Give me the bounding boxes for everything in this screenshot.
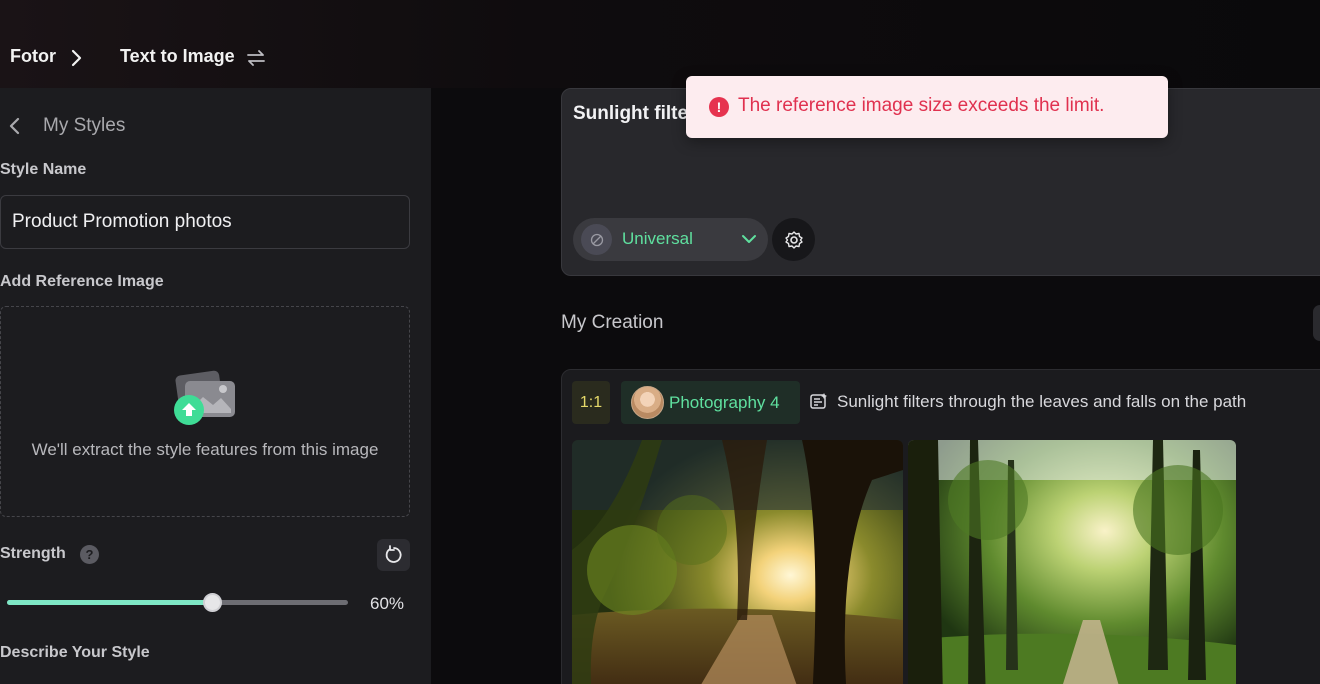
breadcrumb-root[interactable]: Fotor bbox=[10, 46, 56, 67]
strength-value: 60% bbox=[370, 594, 405, 613]
model-select[interactable]: Universal bbox=[573, 218, 768, 261]
strength-slider-thumb[interactable] bbox=[202, 593, 222, 612]
model-avatar bbox=[581, 224, 612, 255]
chevron-down-icon bbox=[742, 235, 756, 243]
swap-icon[interactable] bbox=[246, 48, 266, 68]
prompt-list-icon[interactable] bbox=[809, 392, 829, 412]
reference-image-dropzone[interactable]: We'll extract the style features from th… bbox=[0, 306, 410, 517]
upload-image-icon bbox=[174, 370, 235, 425]
ratio-badge: 1:1 bbox=[572, 381, 610, 424]
error-toast: ! The reference image size exceeds the l… bbox=[686, 76, 1168, 138]
style-name-input[interactable] bbox=[0, 195, 410, 249]
reference-image-label: Add Reference Image bbox=[0, 273, 164, 290]
model-label: Universal bbox=[622, 229, 693, 248]
style-name-label: Style Name bbox=[0, 161, 87, 178]
breadcrumb-current[interactable]: Text to Image bbox=[120, 46, 235, 67]
model-badge-label: Photography 4 bbox=[669, 393, 780, 412]
model-avatar bbox=[631, 386, 664, 419]
settings-icon bbox=[784, 230, 803, 249]
reference-hint: We'll extract the style features from th… bbox=[31, 440, 379, 459]
chevron-left-icon[interactable] bbox=[6, 117, 24, 135]
model-badge: Photography 4 bbox=[621, 381, 800, 424]
section-title: My Creation bbox=[561, 312, 664, 333]
strength-label: Strength bbox=[0, 545, 66, 562]
chevron-right-icon bbox=[71, 49, 82, 67]
sidebar-title: My Styles bbox=[43, 115, 126, 136]
settings-button[interactable] bbox=[772, 218, 815, 261]
strength-slider-fill bbox=[7, 600, 212, 605]
reset-strength-button[interactable] bbox=[377, 539, 410, 571]
generated-image-2[interactable] bbox=[908, 440, 1236, 684]
generated-image-1[interactable] bbox=[572, 440, 903, 684]
error-icon: ! bbox=[709, 97, 729, 117]
no-style-icon bbox=[590, 233, 603, 246]
describe-style-label: Describe Your Style bbox=[0, 644, 150, 661]
creation-card: 1:1 Photography 4 Sunlight filters throu… bbox=[561, 369, 1320, 684]
prompt-text[interactable]: Sunlight filters through the leaves and … bbox=[573, 103, 693, 125]
toast-message: The reference image size exceeds the lim… bbox=[738, 95, 1105, 116]
help-icon[interactable]: ? bbox=[80, 545, 99, 564]
forest-path-image bbox=[572, 440, 903, 684]
scroll-button[interactable] bbox=[1313, 305, 1320, 341]
strength-slider[interactable] bbox=[7, 600, 348, 605]
creation-prompt: Sunlight filters through the leaves and … bbox=[837, 392, 1247, 411]
forest-path-image bbox=[908, 440, 1236, 684]
reset-icon bbox=[385, 545, 402, 563]
top-bar: Fotor Text to Image bbox=[0, 0, 1320, 88]
